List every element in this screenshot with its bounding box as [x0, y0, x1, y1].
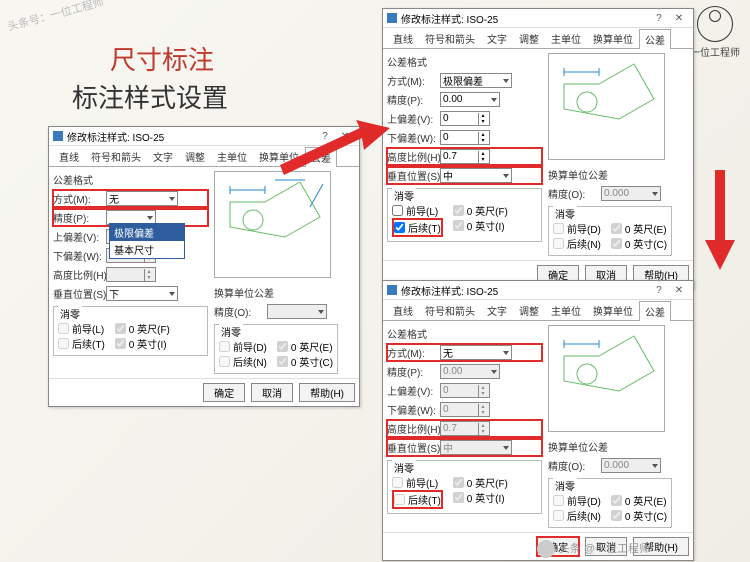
in-check[interactable]: 0 英寸(I) [115, 336, 170, 351]
in2-check[interactable]: 0 英寸(C) [277, 354, 333, 369]
arrow-down [705, 170, 735, 270]
altprec-label: 精度(O): [214, 304, 264, 319]
vpos-label: 垂直位置(S): [53, 286, 103, 301]
ft-check[interactable]: 0 英尺(F) [115, 321, 170, 336]
trail-check[interactable]: 后续(T) [392, 490, 443, 509]
lead-check[interactable]: 前导(L) [58, 321, 105, 336]
author-logo: 一位工程师 [690, 6, 740, 59]
lower-input[interactable]: 0▴▾ [440, 402, 490, 417]
precision-label: 精度(P): [53, 210, 103, 225]
upper-input[interactable]: 0▴▾ [440, 111, 490, 126]
preview-2 [548, 53, 665, 160]
help-button-2[interactable]: 帮助(H) [299, 383, 355, 402]
dialog-2: 修改标注样式: ISO-25 ? ✕ 直线符号和箭头文字调整主单位换算单位公差 … [382, 8, 694, 289]
format-group-label: 公差格式 [53, 172, 208, 187]
app-icon [53, 131, 63, 141]
upper-label: 上偏差(V): [53, 229, 103, 244]
app-icon [387, 285, 397, 295]
trail2-check[interactable]: 后续(N) [219, 354, 267, 369]
tab-fit[interactable]: 调整 [179, 146, 211, 166]
method-select[interactable]: 极限偏差 [440, 73, 512, 88]
upper-input[interactable]: 0▴▾ [440, 383, 490, 398]
watermark: 头条号：一位工程师 [6, 0, 106, 35]
altprec-select[interactable]: 0.000 [601, 458, 661, 473]
method-select[interactable]: 无 [106, 191, 178, 206]
elim-group-1: 消零 前导(L) 后续(T) 0 英尺(F) 0 英寸(I) [53, 306, 208, 356]
method-option-2[interactable]: 基本尺寸 [110, 241, 184, 258]
elim-group-2: 消零 前导(D)后续(N) 0 英尺(E)0 英寸(C) [548, 206, 672, 256]
preview-1 [214, 171, 331, 278]
altprec-select[interactable] [267, 304, 327, 319]
scale-input[interactable]: 0.7▴▾ [440, 421, 490, 436]
app-icon [387, 13, 397, 23]
precision-select[interactable]: 0.00 [440, 92, 500, 107]
method-label: 方式(M): [53, 191, 103, 206]
method-select[interactable]: 无 [440, 345, 512, 360]
help-button[interactable]: ? [649, 13, 669, 24]
elim-group-2: 消零 前导(D) 后续(N) 0 英尺(E) 0 英寸(C) [214, 324, 338, 374]
method-dropdown[interactable]: 极限偏差 基本尺寸 [109, 223, 185, 259]
arrow-right-1 [280, 120, 390, 180]
elim-group-1: 消零 前导(L) 后续(T) 0 英尺(F) 0 英寸(I) [387, 188, 542, 242]
altprec-select[interactable]: 0.000 [601, 186, 661, 201]
dialog-title: 修改标注样式: ISO-25 [401, 283, 649, 298]
preview-3 [548, 325, 665, 432]
slide-title-2: 标注样式设置 [72, 78, 228, 115]
tab-primary[interactable]: 主单位 [211, 146, 253, 166]
dialog-title: 修改标注样式: ISO-25 [401, 11, 649, 26]
vpos-select[interactable]: 中 [440, 440, 512, 455]
dialog-3: 修改标注样式: ISO-25 ? ✕ 直线符号和箭头文字调整主单位换算单位公差 … [382, 280, 694, 561]
close-button[interactable]: ✕ [669, 285, 689, 296]
ft2-check[interactable]: 0 英尺(E) [277, 339, 333, 354]
tab-text[interactable]: 文字 [147, 146, 179, 166]
cancel-button[interactable]: 取消 [251, 383, 293, 402]
credit: 头条 @一位工程师 [537, 540, 650, 558]
lower-label: 下偏差(W): [53, 248, 103, 263]
tabs: 直线符号和箭头文字调整主单位换算单位公差 [383, 28, 693, 49]
method-option-1[interactable]: 极限偏差 [110, 224, 184, 241]
scale-label: 高度比例(H): [53, 267, 103, 282]
precision-select[interactable]: 0.00 [440, 364, 500, 379]
lead2-check[interactable]: 前导(D) [219, 339, 267, 354]
elim-group-2: 消零 前导(D)后续(N) 0 英尺(E)0 英寸(C) [548, 478, 672, 528]
alt-group-label: 换算单位公差 [214, 285, 338, 300]
trail-check[interactable]: 后续(T) [58, 336, 105, 351]
scale-input[interactable]: 0.7▴▾ [440, 149, 490, 164]
elim-group-1: 消零 前导(L)后续(T) 0 英尺(F)0 英寸(I) [387, 460, 542, 514]
ok-button[interactable]: 确定 [203, 383, 245, 402]
scale-input[interactable]: ▴▾ [106, 267, 156, 282]
tab-symbols[interactable]: 符号和箭头 [85, 146, 147, 166]
tab-lines[interactable]: 直线 [53, 146, 85, 166]
tabs: 直线符号和箭头文字调整主单位换算单位公差 [383, 300, 693, 321]
slide-title-1: 尺寸标注 [110, 40, 214, 77]
trail-check[interactable]: 后续(T) [392, 218, 443, 237]
close-button[interactable]: ✕ [669, 13, 689, 24]
lower-input[interactable]: 0▴▾ [440, 130, 490, 145]
dialog-title: 修改标注样式: ISO-25 [67, 129, 315, 144]
vpos-select[interactable]: 下 [106, 286, 178, 301]
help-button[interactable]: ? [649, 285, 669, 296]
vpos-select[interactable]: 中 [440, 168, 512, 183]
